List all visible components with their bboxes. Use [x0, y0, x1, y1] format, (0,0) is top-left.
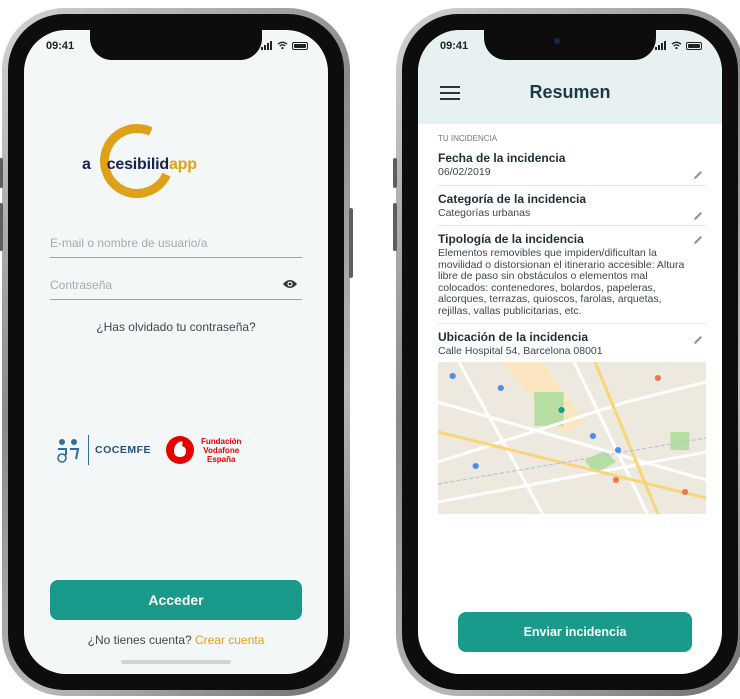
signup-prompt: ¿No tienes cuenta? Crear cuenta [24, 633, 328, 647]
notch-frame [90, 30, 262, 60]
phone-login: 09:41 a cesibilidapp E-mail o nombre de … [0, 8, 353, 696]
battery-icon [686, 41, 702, 50]
item-title: Fecha de la incidencia [438, 151, 566, 165]
home-indicator [121, 660, 231, 664]
email-input[interactable] [50, 228, 302, 250]
wifi-icon [277, 41, 288, 50]
login-screen: 09:41 a cesibilidapp E-mail o nombre de … [24, 30, 328, 674]
edit-pencil-icon[interactable] [692, 210, 704, 222]
edit-pencil-icon[interactable] [692, 169, 704, 181]
status-time: 09:41 [440, 40, 469, 52]
forgot-password-link[interactable]: ¿Has olvidado tu contraseña? [24, 320, 328, 334]
item-value: Categorías urbanas [438, 206, 531, 219]
create-account-link[interactable]: Crear cuenta [195, 633, 264, 647]
password-field[interactable] [50, 270, 302, 300]
edit-pencil-icon[interactable] [692, 334, 704, 346]
send-incident-button[interactable]: Enviar incidencia [458, 612, 692, 652]
item-title: Ubicación de la incidencia [438, 330, 589, 344]
no-account-text: ¿No tienes cuenta? [87, 633, 192, 647]
password-input[interactable] [50, 270, 302, 292]
show-password-eye-icon[interactable] [282, 278, 298, 290]
status-time: 09:41 [46, 40, 75, 52]
summary-item-location: Ubicación de la incidencia Calle Hospita… [438, 330, 706, 520]
incident-summary: TU INCIDENCIA Fecha de la incidencia 06/… [438, 134, 706, 520]
item-value: 06/02/2019 [438, 166, 491, 178]
wifi-icon [671, 41, 682, 50]
cocemfe-label: COCEMFE [95, 444, 151, 456]
battery-icon [292, 41, 308, 50]
volume-button [393, 203, 397, 251]
vodafone-label: Fundación Vodafone España [201, 436, 242, 464]
item-title: Categoría de la incidencia [438, 191, 587, 206]
summary-item-date: Fecha de la incidencia 06/02/2019 [438, 151, 706, 186]
phone-summary: Resumen 09:41 TU INCIDENCIA Fecha de la … [393, 8, 740, 696]
volume-button [0, 158, 3, 188]
item-value: Elementos removibles que impiden/dificul… [438, 247, 685, 317]
summary-item-type: Tipología de la incidencia Elementos rem… [438, 232, 706, 324]
notch [484, 30, 656, 60]
location-map[interactable] [438, 361, 706, 514]
login-button[interactable]: Acceder [50, 580, 302, 620]
item-value: Calle Hospital 54, Barcelona 08001 [438, 345, 603, 357]
signal-icon [261, 41, 273, 50]
email-field[interactable] [50, 228, 302, 258]
page-title: Resumen [529, 82, 611, 102]
item-title: Tipología de la incidencia [438, 232, 584, 246]
signal-icon [655, 41, 667, 50]
summary-item-category: Categoría de la incidencia Categorías ur… [438, 191, 706, 226]
section-label: TU INCIDENCIA [438, 134, 498, 143]
edit-pencil-icon[interactable] [692, 234, 704, 246]
cocemfe-logo-icon [57, 439, 80, 463]
volume-button [393, 158, 397, 188]
vodafone-logo-icon [166, 436, 194, 464]
partner-logos: COCEMFE Fundación Vodafone España [54, 430, 310, 470]
app-logo: a cesibilidapp [78, 113, 248, 210]
power-button [349, 208, 353, 278]
volume-button [0, 203, 3, 251]
summary-screen: Resumen 09:41 TU INCIDENCIA Fecha de la … [418, 30, 722, 674]
